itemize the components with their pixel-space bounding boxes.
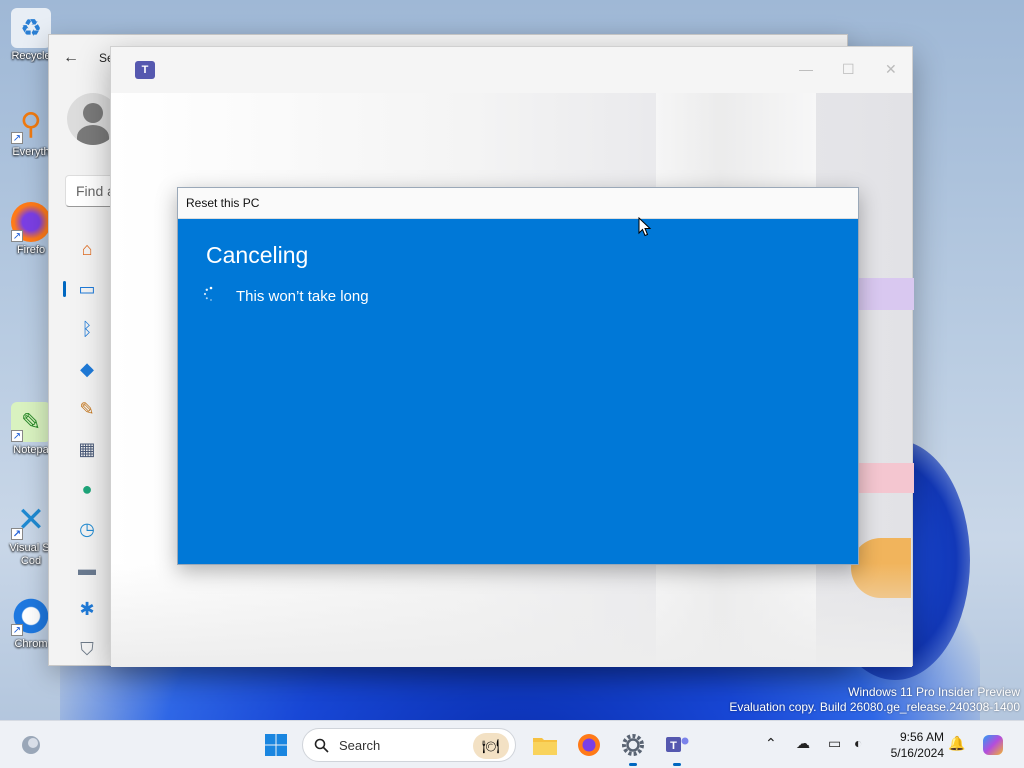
minimize-icon[interactable]: —: [799, 61, 813, 77]
copilot-icon[interactable]: [978, 730, 1008, 760]
teams-titlebar[interactable]: T — ☐ ✕: [111, 47, 912, 93]
teams-taskbar-icon[interactable]: T: [662, 730, 692, 766]
home-icon[interactable]: ⌂: [63, 229, 111, 269]
firefox-icon: ↗: [11, 202, 51, 242]
maximize-icon[interactable]: ☐: [842, 61, 855, 78]
file-explorer-icon[interactable]: [530, 730, 560, 760]
privacy-security-icon[interactable]: ⛉: [63, 629, 111, 669]
chrome-icon: ↗: [11, 596, 51, 636]
reset-dialog-message: This won’t take long: [236, 288, 369, 305]
search-highlight-icon: 🍽: [473, 733, 509, 759]
widgets-icon[interactable]: [16, 730, 46, 760]
time-language-icon[interactable]: ◷: [63, 509, 111, 549]
svg-text:T: T: [670, 740, 677, 752]
system-icon[interactable]: ▭: [63, 269, 111, 309]
windows-watermark: Windows 11 Pro Insider Preview Evaluatio…: [729, 685, 1020, 715]
taskbar-clock[interactable]: 9:56 AM 5/16/2024: [868, 729, 944, 761]
firefox-taskbar-icon[interactable]: [574, 730, 604, 760]
art-floor: [111, 563, 912, 667]
onedrive-offline-icon[interactable]: ☁: [796, 735, 810, 752]
network-status-icon[interactable]: ▭: [828, 735, 841, 752]
volume-muted-icon[interactable]: ◐: [854, 735, 862, 751]
personalization-icon[interactable]: ✎: [63, 389, 111, 429]
start-button[interactable]: [261, 730, 291, 760]
vscode-icon: ✕ ↗: [11, 501, 46, 540]
bluetooth-icon[interactable]: ᛒ: [63, 309, 111, 349]
everything-search-icon: ⚲ ↗: [11, 107, 42, 144]
notepad-icon: ✎ ↗: [11, 402, 51, 442]
search-icon: [314, 738, 329, 753]
clock-date: 5/16/2024: [890, 746, 944, 760]
clock-time: 9:56 AM: [899, 730, 944, 744]
chevron-up-icon[interactable]: ⌃: [765, 735, 777, 752]
reset-dialog-heading: Canceling: [206, 242, 309, 268]
reset-dialog-title[interactable]: Reset this PC: [178, 188, 858, 219]
taskbar: Search 🍽 T ⌃ ☁ ▭ ◐ 9:56 AM 5/16/2024 🔔: [0, 720, 1024, 768]
close-icon[interactable]: ✕: [885, 61, 897, 78]
accounts-icon[interactable]: ●: [63, 469, 111, 509]
loading-spinner-icon: [203, 286, 213, 301]
apps-icon[interactable]: ▦: [63, 429, 111, 469]
notification-bell-icon[interactable]: 🔔: [948, 735, 965, 752]
taskbar-search-box[interactable]: Search 🍽: [302, 728, 516, 762]
mouse-cursor-icon: [638, 217, 652, 237]
reset-pc-dialog: Reset this PC Canceling This won’t take …: [177, 187, 859, 565]
accessibility-icon[interactable]: ✱: [63, 589, 111, 629]
teams-app-icon: T: [135, 61, 155, 79]
back-arrow-icon[interactable]: ←: [63, 49, 79, 67]
search-placeholder: Search: [339, 738, 381, 753]
settings-nav: ⌂ ▭ ᛒ ◆ ✎ ▦ ● ◷ ▬ ✱ ⛉: [63, 229, 111, 669]
settings-taskbar-icon[interactable]: [618, 730, 648, 766]
gaming-icon[interactable]: ▬: [63, 549, 111, 589]
recycle-bin-icon: ♻: [11, 8, 51, 48]
watermark-line-2: Evaluation copy. Build 26080.ge_release.…: [729, 700, 1020, 714]
watermark-line-1: Windows 11 Pro Insider Preview: [848, 685, 1020, 699]
network-icon[interactable]: ◆: [63, 349, 111, 389]
